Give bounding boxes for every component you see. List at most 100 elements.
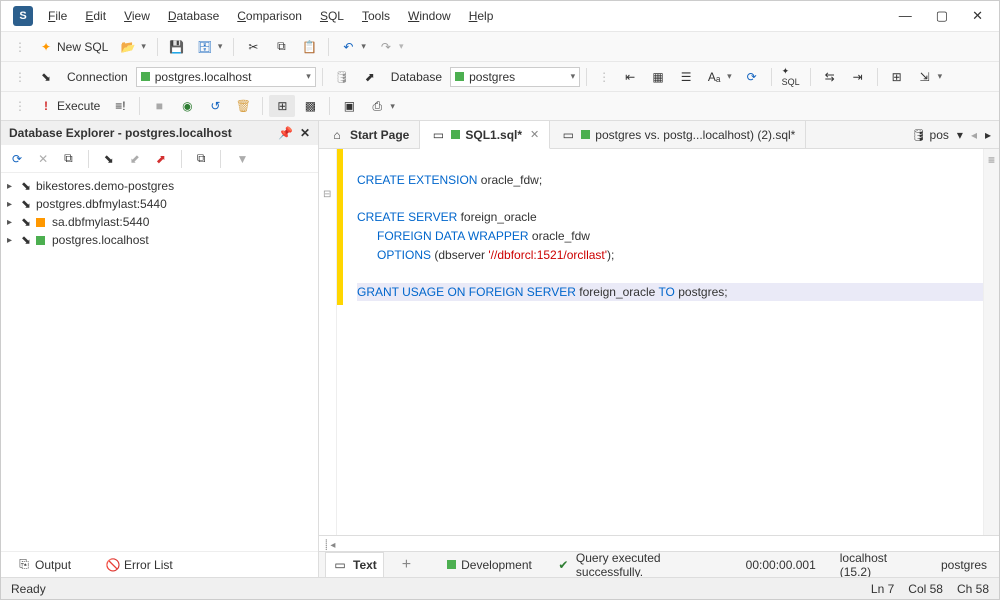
menu-edit[interactable]: Edit [78, 5, 113, 27]
tool-outdent-button[interactable]: ⇥ [845, 66, 871, 88]
tool-align-button[interactable]: ⇆ [817, 66, 843, 88]
stop-button[interactable]: ■ [146, 95, 172, 117]
filter-button[interactable]: ▼ [231, 149, 253, 169]
expand-icon[interactable]: ▸ [7, 181, 16, 192]
database-combo[interactable]: postgres ▾ [450, 67, 580, 87]
tab-dropdown-icon[interactable]: ▾ [957, 128, 963, 142]
chevron-down-icon: ▾ [306, 71, 311, 82]
fold-icon[interactable]: ⊟ [323, 189, 331, 200]
tool-sql-button[interactable]: ✦SQL [778, 66, 804, 88]
expand-icon[interactable]: ▸ [7, 235, 16, 246]
maximize-button[interactable]: ▢ [936, 8, 948, 24]
menu-window[interactable]: Window [401, 5, 458, 27]
menu-tools[interactable]: Tools [355, 5, 397, 27]
commit-button[interactable]: ◉ [174, 95, 200, 117]
status-square-icon [451, 130, 460, 139]
code-editor[interactable]: ⊟ CREATE EXTENSION oracle_fdw; CREATE SE… [319, 149, 999, 535]
check-icon: ✔ [556, 557, 571, 573]
tab-sql1[interactable]: ▭SQL1.sql*✕ [420, 121, 550, 149]
output-tab[interactable]: ⎘Output [11, 554, 76, 576]
image-button[interactable]: ▣ [336, 95, 362, 117]
copy-icon: ⧉ [273, 39, 289, 55]
db-connect-button[interactable]: ⬈ [357, 66, 383, 88]
menu-bar: FFileile Edit View Database Comparison S… [41, 5, 887, 27]
tool-grid-button[interactable]: ▦ [645, 66, 671, 88]
left-footer: ⎘Output 🚫Error List [1, 551, 318, 577]
menu-database[interactable]: Database [161, 5, 226, 27]
errors-tab[interactable]: 🚫Error List [100, 554, 178, 576]
new-window-button[interactable]: ⧉ [59, 148, 78, 169]
undo-button[interactable]: ↶▾ [335, 36, 371, 58]
rollback-button[interactable]: ↺ [202, 95, 228, 117]
tool-table-button[interactable]: ⊞ [884, 66, 910, 88]
font-icon: Aₐ [706, 69, 722, 85]
tool-indent-button[interactable]: ⇤ [617, 66, 643, 88]
refresh-tree-button[interactable]: ⟳ [7, 149, 27, 169]
delete-button[interactable]: ✕ [33, 149, 53, 169]
tool-list-button[interactable]: ☰ [673, 66, 699, 88]
connection-icon-button[interactable]: ⬊ [33, 66, 59, 88]
tree-node[interactable]: ▸⬊bikestores.demo-postgres [1, 177, 318, 195]
splitter[interactable]: ⸽ ◂ [319, 535, 999, 551]
new-sql-button[interactable]: ✦ New SQL [33, 36, 113, 58]
disconnect-button[interactable]: ⬋ [125, 149, 145, 169]
editor-panel: ⌂Start Page ▭SQL1.sql*✕ ▭postgres vs. po… [319, 121, 999, 577]
tab-close-icon[interactable]: ✕ [530, 128, 539, 141]
status-square-icon [141, 72, 150, 81]
layout1-button[interactable]: ⊞ [269, 95, 295, 117]
save-all-icon: 🗄 [197, 39, 213, 55]
tab-label: Start Page [350, 128, 409, 142]
overflow-tab[interactable]: 🛢 pos [911, 128, 949, 142]
paste-button[interactable]: 📋 [296, 36, 322, 58]
output-icon: ⎘ [16, 557, 32, 573]
tab-more2-icon[interactable]: ▸ [985, 128, 991, 142]
db-icon-button[interactable]: 🛢 [329, 66, 355, 88]
tab-compare[interactable]: ▭postgres vs. postg...localhost) (2).sql… [550, 121, 806, 149]
change-marker [337, 149, 343, 305]
tool-refresh-button[interactable]: ⟳ [739, 66, 765, 88]
expand-icon[interactable]: ▸ [7, 217, 16, 228]
expand-icon[interactable]: ▸ [7, 199, 16, 210]
redo-button[interactable]: ↷▾ [373, 36, 409, 58]
close-panel-icon[interactable]: ✕ [300, 126, 310, 140]
status-col: Col 58 [908, 582, 943, 596]
save-all-button[interactable]: 🗄▾ [192, 36, 228, 58]
open-button[interactable]: 📂▾ [115, 36, 151, 58]
trash-button[interactable]: 🗑 [230, 95, 256, 117]
tree-node[interactable]: ▸⬊postgres.dbfmylast:5440 [1, 195, 318, 213]
connect-button[interactable]: ⬊ [99, 149, 119, 169]
tool-font-button[interactable]: Aₐ▾ [701, 66, 737, 88]
copy-tree-button[interactable]: ⧉ [192, 148, 211, 169]
close-button[interactable]: ✕ [972, 8, 983, 24]
tab-more-icon[interactable]: ◂ [971, 128, 977, 142]
add-view-button[interactable]: + [396, 556, 417, 574]
layout2-button[interactable]: ▩ [297, 95, 323, 117]
code-area[interactable]: CREATE EXTENSION oracle_fdw; CREATE SERV… [343, 149, 983, 535]
tab-start-page[interactable]: ⌂Start Page [319, 121, 420, 149]
menu-view[interactable]: View [117, 5, 157, 27]
copy-button[interactable]: ⧉ [268, 36, 294, 58]
tree-node[interactable]: ▸⬊postgres.localhost [1, 231, 318, 249]
execute-step-button[interactable]: ≡! [107, 95, 133, 117]
menu-comparison[interactable]: Comparison [230, 5, 309, 27]
cut-button[interactable]: ✂ [240, 36, 266, 58]
menu-file[interactable]: FFileile [41, 5, 74, 27]
execute-button[interactable]: ! Execute [33, 95, 105, 117]
outdent-icon: ⇥ [850, 69, 866, 85]
pin-icon[interactable]: 📌 [278, 126, 293, 140]
separator [322, 68, 323, 86]
misc-button[interactable]: ⎙▾ [364, 95, 400, 117]
menu-sql[interactable]: SQL [313, 5, 351, 27]
tool-export-button[interactable]: ⇲▾ [912, 66, 948, 88]
sql-icon: ✦SQL [783, 69, 799, 85]
connect2-button[interactable]: ⬈ [151, 149, 171, 169]
minimize-button[interactable]: — [899, 8, 912, 24]
tree-node[interactable]: ▸⬊sa.dbfmylast:5440 [1, 213, 318, 231]
text-view-tab[interactable]: ▭Text [325, 552, 384, 578]
save-icon: 💾 [169, 39, 185, 55]
scrollbar[interactable]: ≡ [983, 149, 999, 535]
export-icon: ⇲ [917, 69, 933, 85]
menu-help[interactable]: Help [462, 5, 501, 27]
save-button[interactable]: 💾 [164, 36, 190, 58]
connection-combo[interactable]: postgres.localhost ▾ [136, 67, 316, 87]
